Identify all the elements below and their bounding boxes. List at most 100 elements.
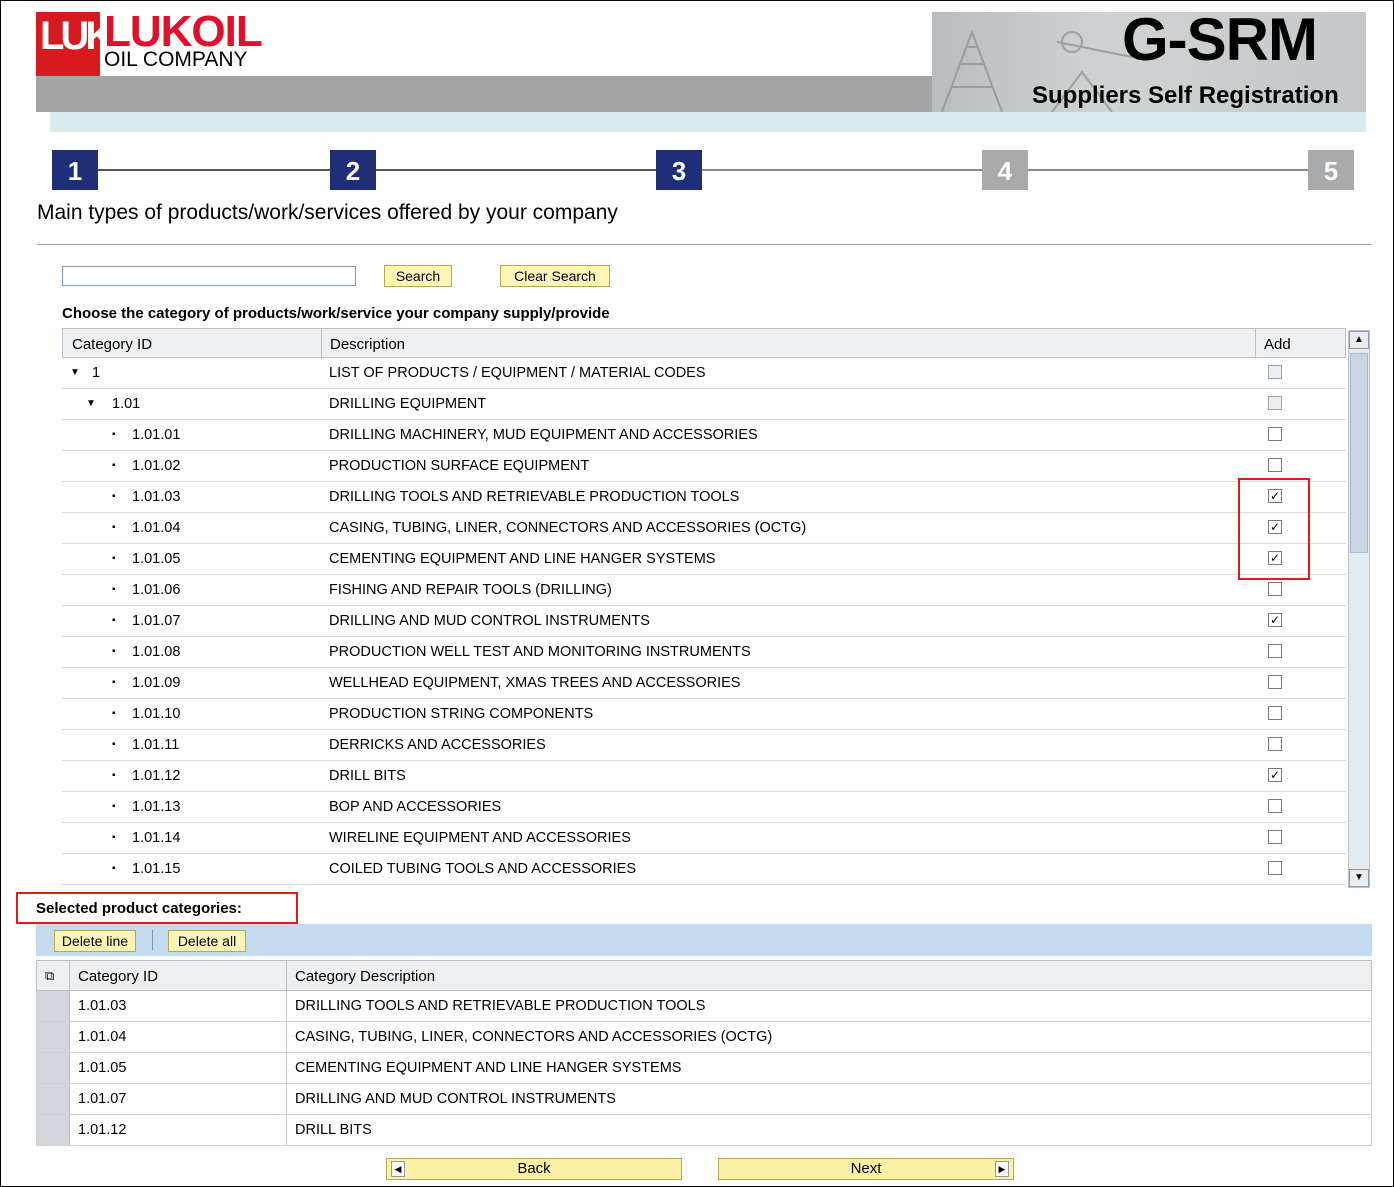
- back-button[interactable]: ◀ Back: [386, 1158, 682, 1180]
- column-header-category-id[interactable]: Category ID: [78, 968, 158, 985]
- row-selector[interactable]: [37, 991, 70, 1021]
- tree-row[interactable]: ▪ 1.01.05 CEMENTING EQUIPMENT AND LINE HAN…: [62, 544, 1346, 575]
- column-separator: [286, 961, 287, 992]
- tree-scrollbar[interactable]: ▲ ▼: [1348, 330, 1370, 888]
- add-checkbox[interactable]: [1268, 396, 1282, 410]
- leaf-bullet-icon: ▪: [112, 770, 116, 781]
- tree-row[interactable]: ▪ 1.01.12 DRILL BITS ✓: [62, 761, 1346, 792]
- add-checkbox[interactable]: [1268, 830, 1282, 844]
- selected-category-description: CEMENTING EQUIPMENT AND LINE HANGER SYST…: [295, 1060, 682, 1076]
- add-checkbox[interactable]: [1268, 365, 1282, 379]
- tree-row[interactable]: ▪ 1.01.11 DERRICKS AND ACCESSORIES: [62, 730, 1346, 761]
- app-title: G-SRM: [1122, 6, 1318, 73]
- column-header-description[interactable]: Description: [330, 336, 405, 353]
- category-description: DERRICKS AND ACCESSORIES: [329, 737, 546, 753]
- column-separator: [286, 1022, 287, 1053]
- add-checkbox[interactable]: [1268, 799, 1282, 813]
- next-label: Next: [850, 1160, 882, 1177]
- column-header-category-description[interactable]: Category Description: [295, 968, 435, 985]
- tree-row[interactable]: ▪ 1.01.04 CASING, TUBING, LINER, CONNECTOR…: [62, 513, 1346, 544]
- category-description: DRILLING TOOLS AND RETRIEVABLE PRODUCTIO…: [329, 489, 740, 505]
- category-id: 1.01.15: [132, 861, 181, 877]
- scroll-up-icon[interactable]: ▲: [1349, 331, 1369, 349]
- selected-row[interactable]: 1.01.04 CASING, TUBING, LINER, CONNECTORS…: [36, 1022, 1372, 1053]
- expand-arrow-icon[interactable]: ▼: [70, 367, 80, 378]
- category-id: 1.01.13: [132, 799, 181, 815]
- step-2: 2: [330, 150, 376, 190]
- tree-row[interactable]: ▪ 1.01.01 DRILLING MACHINERY, MUD EQUIPMEN…: [62, 420, 1346, 451]
- scroll-down-icon[interactable]: ▼: [1349, 869, 1369, 887]
- toolbar-separator: [152, 930, 153, 950]
- category-id: 1.01.01: [132, 427, 181, 443]
- category-description: WIRELINE EQUIPMENT AND ACCESSORIES: [329, 830, 631, 846]
- column-header-add[interactable]: Add: [1264, 336, 1291, 353]
- back-label: Back: [517, 1160, 551, 1177]
- leaf-bullet-icon: ▪: [112, 460, 116, 471]
- clear-search-button[interactable]: Clear Search: [500, 265, 610, 287]
- highlight-box-checked: [1238, 478, 1310, 580]
- leaf-bullet-icon: ▪: [112, 522, 116, 533]
- tree-row[interactable]: ▪ 1.01.03 DRILLING TOOLS AND RETRIEVABLE P…: [62, 482, 1346, 513]
- expand-arrow-icon[interactable]: ▼: [86, 398, 96, 409]
- selected-category-description: CASING, TUBING, LINER, CONNECTORS AND AC…: [295, 1029, 773, 1045]
- add-checkbox[interactable]: [1268, 737, 1282, 751]
- selected-category-description: DRILLING AND MUD CONTROL INSTRUMENTS: [295, 1091, 616, 1107]
- tree-row[interactable]: ▪ 1.01.15 COILED TUBING TOOLS AND ACCESSOR…: [62, 854, 1346, 885]
- tree-row[interactable]: ▪ 1.01.06 FISHING AND REPAIR TOOLS (DRILLI…: [62, 575, 1346, 606]
- scroll-thumb[interactable]: [1350, 353, 1368, 553]
- tree-header: Category ID Description Add: [62, 328, 1346, 359]
- row-selector[interactable]: [37, 1022, 70, 1052]
- selected-row[interactable]: 1.01.03 DRILLING TOOLS AND RETRIEVABLE PR…: [36, 991, 1372, 1022]
- tree-row[interactable]: ▪ 1.01.10 PRODUCTION STRING COMPONENTS: [62, 699, 1346, 730]
- category-id: 1.01.04: [132, 520, 181, 536]
- select-all-icon[interactable]: ⧉: [45, 968, 54, 984]
- add-checkbox[interactable]: [1268, 675, 1282, 689]
- selected-categories-label: Selected product categories:: [36, 900, 242, 917]
- selected-toolbar: Delete line Delete all: [36, 924, 1372, 956]
- column-header-category-id[interactable]: Category ID: [72, 336, 152, 353]
- row-selector[interactable]: [37, 1053, 70, 1083]
- category-id: 1.01.12: [132, 768, 181, 784]
- row-selector[interactable]: [37, 1115, 70, 1145]
- tree-row[interactable]: ▼ 1.01 DRILLING EQUIPMENT: [62, 389, 1346, 420]
- category-description: DRILLING AND MUD CONTROL INSTRUMENTS: [329, 613, 650, 629]
- tree-row[interactable]: ▪ 1.01.09 WELLHEAD EQUIPMENT, XMAS TREES A…: [62, 668, 1346, 699]
- add-checkbox-checked[interactable]: ✓: [1268, 768, 1282, 782]
- tree-row[interactable]: ▪ 1.01.14 WIRELINE EQUIPMENT AND ACCESSORI…: [62, 823, 1346, 854]
- add-checkbox[interactable]: [1268, 582, 1282, 596]
- delete-all-button[interactable]: Delete all: [168, 930, 246, 952]
- tree-row[interactable]: ▪ 1.01.13 BOP AND ACCESSORIES: [62, 792, 1346, 823]
- next-button[interactable]: Next ▶: [718, 1158, 1014, 1180]
- row-selector[interactable]: [37, 1084, 70, 1114]
- selected-table-header: ⧉ Category ID Category Description: [36, 960, 1372, 992]
- category-id: 1.01.14: [132, 830, 181, 846]
- step-4: 4: [982, 150, 1028, 190]
- title-divider: [37, 244, 1372, 245]
- step-connector: [98, 169, 330, 171]
- delete-line-button[interactable]: Delete line: [54, 930, 136, 952]
- category-description: CEMENTING EQUIPMENT AND LINE HANGER SYST…: [329, 551, 716, 567]
- add-checkbox[interactable]: [1268, 427, 1282, 441]
- category-description: WELLHEAD EQUIPMENT, XMAS TREES AND ACCES…: [329, 675, 741, 691]
- arrow-left-icon: ◀: [391, 1161, 405, 1177]
- tree-row[interactable]: ▪ 1.01.02 PRODUCTION SURFACE EQUIPMENT: [62, 451, 1346, 482]
- lukoil-logo: LUK: [36, 12, 114, 76]
- add-checkbox-checked[interactable]: ✓: [1268, 613, 1282, 627]
- add-checkbox[interactable]: [1268, 706, 1282, 720]
- tree-row[interactable]: ▪ 1.01.08 PRODUCTION WELL TEST AND MONITOR…: [62, 637, 1346, 668]
- tree-row[interactable]: ▼ 1 LIST OF PRODUCTS / EQUIPMENT / MATERIA…: [62, 358, 1346, 389]
- tree-row[interactable]: ▪ 1.01.07 DRILLING AND MUD CONTROL INSTRUM…: [62, 606, 1346, 637]
- add-checkbox[interactable]: [1268, 861, 1282, 875]
- step-3-current: 3: [656, 150, 702, 190]
- category-id: 1.01.09: [132, 675, 181, 691]
- column-separator: [321, 329, 322, 359]
- search-input[interactable]: [62, 266, 356, 286]
- selected-row[interactable]: 1.01.12 DRILL BITS: [36, 1115, 1372, 1146]
- add-checkbox[interactable]: [1268, 644, 1282, 658]
- leaf-bullet-icon: ▪: [112, 646, 116, 657]
- leaf-bullet-icon: ▪: [112, 801, 116, 812]
- search-button[interactable]: Search: [384, 265, 452, 287]
- selected-row[interactable]: 1.01.05 CEMENTING EQUIPMENT AND LINE HANG…: [36, 1053, 1372, 1084]
- selected-row[interactable]: 1.01.07 DRILLING AND MUD CONTROL INSTRUME…: [36, 1084, 1372, 1115]
- add-checkbox[interactable]: [1268, 458, 1282, 472]
